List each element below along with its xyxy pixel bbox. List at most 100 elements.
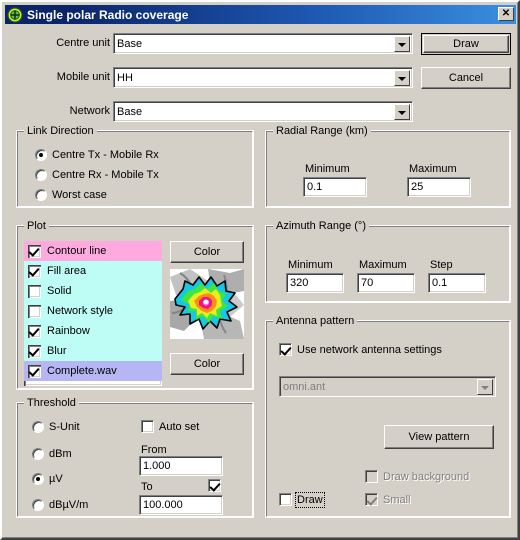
title-bar[interactable]: Single polar Radio coverage ✕: [5, 5, 516, 24]
radio-centre-rx-mobile-tx[interactable]: Centre Rx - Mobile Tx: [35, 169, 159, 181]
coverage-preview-thumbnail: [170, 269, 244, 339]
checkbox-indicator: [365, 493, 378, 506]
chevron-down-icon[interactable]: [477, 378, 493, 395]
plot-option-label: Fill area: [47, 265, 87, 277]
plot-title: Plot: [24, 220, 49, 232]
network-value: Base: [117, 105, 143, 118]
radio-indicator: [35, 169, 47, 181]
draw-background-label: Draw background: [383, 470, 470, 483]
antenna-pattern-value: omni.ant: [283, 380, 326, 393]
centre-unit-label: Centre unit: [56, 37, 110, 49]
radial-maximum-input[interactable]: 25: [407, 177, 471, 197]
plot-option-label: Blur: [47, 345, 67, 357]
small-label: Small: [383, 493, 411, 506]
azimuth-minimum-label: Minimum: [288, 259, 333, 271]
centre-unit-value: Base: [117, 37, 143, 50]
chevron-down-icon[interactable]: [394, 69, 410, 86]
radio-s-unit[interactable]: S-Unit: [32, 421, 80, 433]
radio-indicator: [35, 189, 47, 201]
checkbox-indicator[interactable]: [28, 304, 41, 318]
antenna-pattern-combobox[interactable]: omni.ant: [279, 376, 496, 397]
use-network-antenna-settings-label: Use network antenna settings: [297, 343, 442, 356]
small-checkbox[interactable]: Small: [365, 493, 411, 506]
plot-option-label: Solid: [47, 285, 72, 297]
checkbox-indicator[interactable]: [28, 364, 41, 378]
azimuth-step-input[interactable]: 0.1: [428, 273, 486, 293]
plot-option-row[interactable]: Network style: [24, 301, 162, 321]
checkbox-indicator: [141, 420, 154, 433]
checkbox-indicator: [208, 479, 221, 492]
mobile-unit-value: HH: [117, 71, 133, 84]
threshold-title: Threshold: [24, 397, 79, 409]
azimuth-step-label: Step: [430, 259, 453, 271]
plot-option-label: Contour line: [47, 245, 107, 257]
radio-label: µV: [49, 473, 63, 485]
contour-color-button[interactable]: Color: [170, 241, 244, 263]
checkbox-indicator[interactable]: [28, 324, 41, 338]
checkbox-indicator[interactable]: [28, 344, 41, 358]
radio-indicator: [35, 149, 47, 161]
plot-option-row[interactable]: Solid: [24, 281, 162, 301]
cancel-button[interactable]: Cancel: [421, 67, 511, 89]
plot-options-list[interactable]: Contour line Fill area Solid Network style R…: [24, 241, 162, 386]
radio-label: Centre Rx - Mobile Tx: [52, 169, 159, 181]
mobile-unit-combobox[interactable]: HH: [113, 67, 413, 88]
radio-dbm[interactable]: dBm: [32, 448, 72, 460]
plot-option-label: Network style: [47, 305, 114, 317]
radio-indicator: [32, 448, 44, 460]
checkbox-indicator[interactable]: [28, 284, 41, 298]
window-title: Single polar Radio coverage: [27, 7, 189, 22]
azimuth-maximum-label: Maximum: [359, 259, 407, 271]
fill-color-button[interactable]: Color: [170, 353, 244, 375]
plot-option-label: Complete.wav: [47, 365, 117, 377]
radial-range-title: Radial Range (km): [273, 125, 371, 137]
radio-coverage-icon: [7, 6, 23, 23]
threshold-to-label: To: [141, 481, 153, 493]
network-label: Network: [69, 105, 110, 117]
radio-indicator: [32, 499, 44, 511]
draw-checkbox[interactable]: Draw: [279, 491, 325, 508]
chevron-down-icon[interactable]: [394, 35, 410, 52]
plot-option-row[interactable]: Blur: [24, 341, 162, 361]
threshold-from-input[interactable]: 1.000: [139, 456, 223, 476]
radio-worst-case[interactable]: Worst case: [35, 189, 107, 201]
radial-maximum-label: Maximum: [409, 163, 457, 175]
radio-dbuv-per-m[interactable]: dBµV/m: [32, 499, 88, 511]
network-combobox[interactable]: Base: [113, 101, 413, 122]
checkbox-indicator: [279, 343, 292, 356]
plot-option-row[interactable]: Rainbow: [24, 321, 162, 341]
draw-button-label: Draw: [423, 35, 509, 53]
checkbox-indicator[interactable]: [28, 244, 41, 258]
chevron-down-icon[interactable]: [394, 103, 410, 120]
draw-background-checkbox[interactable]: Draw background: [365, 470, 469, 483]
azimuth-maximum-input[interactable]: 70: [357, 273, 415, 293]
checkbox-indicator[interactable]: [28, 264, 41, 278]
radial-range-group: Radial Range (km): [265, 125, 511, 208]
draw-checkbox-label: Draw: [295, 491, 325, 508]
radio-centre-tx-mobile-rx[interactable]: Centre Tx - Mobile Rx: [35, 149, 159, 161]
use-network-antenna-settings-checkbox[interactable]: Use network antenna settings: [279, 343, 442, 356]
threshold-to-checkbox[interactable]: [208, 479, 226, 492]
plot-option-row[interactable]: Complete.wav: [24, 361, 162, 381]
auto-set-checkbox[interactable]: Auto set: [141, 420, 199, 433]
radio-indicator: [32, 473, 44, 485]
close-icon[interactable]: ✕: [498, 7, 514, 21]
dialog-window: Single polar Radio coverage ✕ Centre uni…: [0, 0, 520, 540]
radio-indicator: [32, 421, 44, 433]
plot-option-row[interactable]: Fill area: [24, 261, 162, 281]
plot-option-row[interactable]: Contour line: [24, 241, 162, 261]
view-pattern-button[interactable]: View pattern: [384, 425, 494, 449]
azimuth-minimum-input[interactable]: 320: [286, 273, 344, 293]
azimuth-range-title: Azimuth Range (°): [273, 220, 369, 232]
radio-microvolt[interactable]: µV: [32, 473, 63, 485]
centre-unit-combobox[interactable]: Base: [113, 33, 413, 54]
radio-label: dBm: [49, 448, 72, 460]
radial-minimum-input[interactable]: 0.1: [303, 177, 367, 197]
link-direction-title: Link Direction: [24, 125, 97, 137]
checkbox-indicator: [279, 493, 292, 506]
radio-label: dBµV/m: [49, 499, 89, 511]
threshold-to-input[interactable]: 100.000: [139, 495, 223, 515]
radio-label: Centre Tx - Mobile Rx: [52, 149, 159, 161]
auto-set-label: Auto set: [159, 420, 200, 433]
draw-button[interactable]: Draw: [421, 33, 511, 55]
